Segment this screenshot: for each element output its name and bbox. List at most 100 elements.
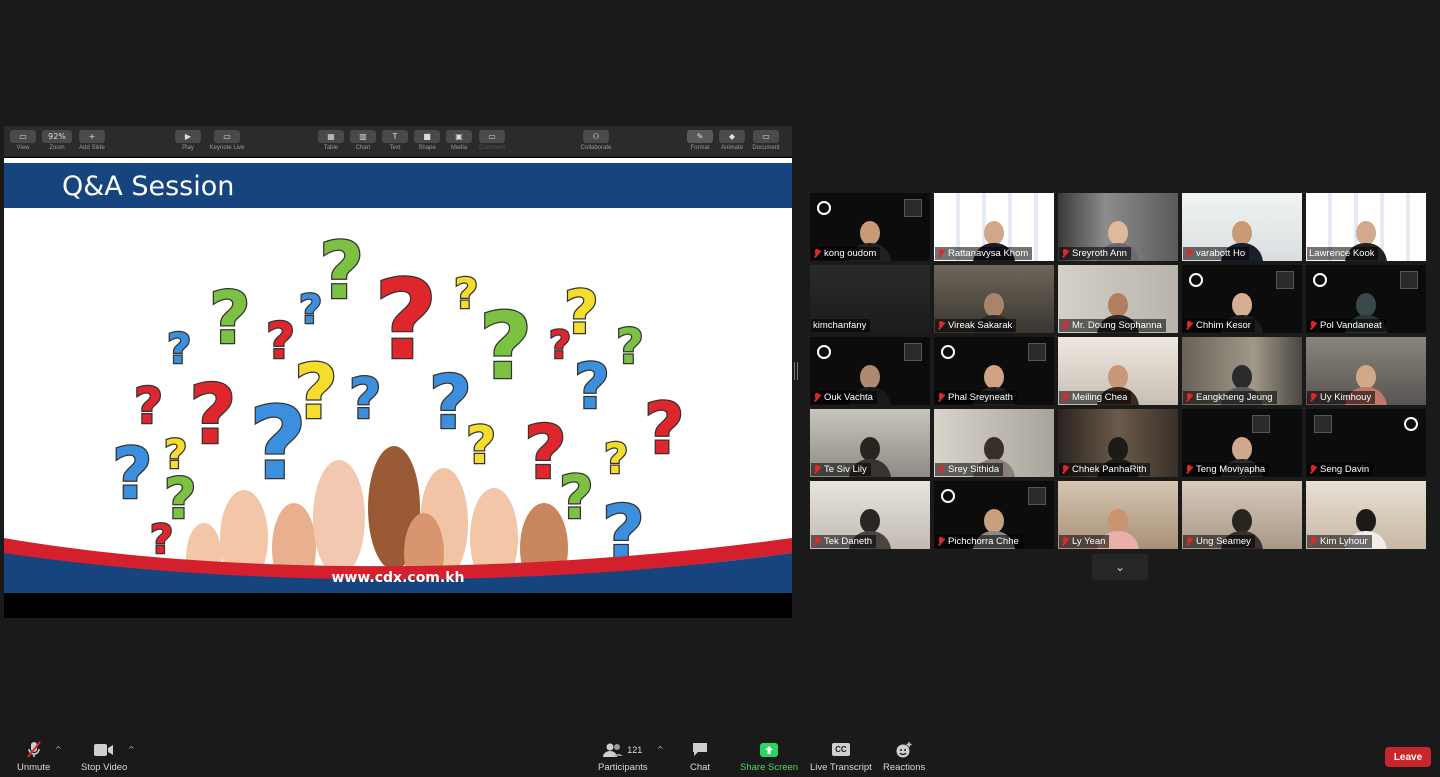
participant-tile[interactable]: Teng Moviyapha — [1182, 409, 1302, 477]
share-screen-icon — [760, 741, 779, 758]
comment-button[interactable]: ▭ Comment — [470, 130, 514, 151]
muted-mic-icon — [937, 249, 945, 258]
participant-tile[interactable]: Mr. Doung Sophanna — [1058, 265, 1178, 333]
participants-options-chevron-icon[interactable]: ^ — [657, 745, 664, 754]
svg-text:?: ? — [604, 434, 628, 483]
collaborate-icon: ⚇ — [583, 130, 609, 143]
participants-icon — [603, 743, 624, 757]
meeting-controls-bar: Unmute ^ Stop Video ^ 121 Participants ^… — [0, 735, 1440, 777]
comment-icon: ▭ — [479, 130, 505, 143]
participant-tile[interactable]: Tek Daneth — [810, 481, 930, 549]
participant-tile[interactable]: kong oudom — [810, 193, 930, 261]
muted-mic-icon — [1185, 249, 1193, 258]
shared-screen[interactable]: ▭ View 92% Zoom + Add Slide ▶ Play ▭ Keynote … — [4, 126, 792, 618]
chevron-down-icon: ⌄ — [1114, 560, 1126, 574]
participant-tile[interactable]: Phal Sreyneath — [934, 337, 1054, 405]
cdx-logo-icon — [941, 345, 955, 359]
svg-text:?: ? — [479, 293, 532, 400]
svg-text:?: ? — [150, 517, 173, 563]
participant-tile[interactable]: Seng Davin — [1306, 409, 1426, 477]
participant-tile[interactable]: Uy Kimhouy — [1306, 337, 1426, 405]
svg-text:?: ? — [454, 269, 478, 318]
muted-mic-icon — [1185, 537, 1193, 546]
muted-mic-icon — [1061, 537, 1069, 546]
participant-tile[interactable]: varabott Ho — [1182, 193, 1302, 261]
participants-button[interactable]: 121 Participants — [598, 741, 648, 773]
muted-mic-icon — [937, 393, 945, 402]
participant-tile[interactable]: Kim Lyhour — [1306, 481, 1426, 549]
keynote-live-button[interactable]: ▭ Keynote Live — [205, 130, 249, 151]
muted-mic-icon — [1061, 249, 1069, 258]
muted-mic-icon — [1309, 321, 1317, 330]
chat-bubble-icon — [692, 741, 708, 758]
muted-mic-icon — [1309, 537, 1317, 546]
reactions-button[interactable]: Reactions — [883, 741, 925, 773]
participant-tile[interactable]: Meiling Chea — [1058, 337, 1178, 405]
share-screen-button[interactable]: Share Screen — [740, 741, 798, 773]
audio-options-chevron-icon[interactable]: ^ — [55, 745, 62, 754]
animate-icon: ◆ — [719, 130, 745, 143]
participant-tile[interactable]: Pichchorra Chhe — [934, 481, 1054, 549]
participant-gallery: kong oudom Rattanavysa Khom Sreyroth Ann… — [810, 193, 1430, 553]
svg-text:?: ? — [559, 463, 594, 533]
svg-text:?: ? — [167, 324, 191, 373]
muted-mic-icon — [937, 537, 945, 546]
cdx-logo-icon — [1189, 273, 1203, 287]
media-icon: ▣ — [446, 130, 472, 143]
slide-title-bar: Q&A Session — [4, 163, 792, 208]
add-slide-button[interactable]: + Add Slide — [70, 130, 114, 151]
stop-video-button[interactable]: Stop Video — [81, 741, 127, 773]
muted-mic-icon — [813, 465, 821, 474]
live-transcript-button[interactable]: CC Live Transcript — [810, 741, 872, 773]
participant-tile[interactable]: kimchanfany — [810, 265, 930, 333]
muted-mic-icon — [813, 537, 821, 546]
slide-url: www.cdx.com.kh — [331, 570, 465, 586]
leave-meeting-button[interactable]: Leave — [1385, 747, 1431, 767]
plus-icon: + — [79, 130, 105, 143]
cdx-logo-icon — [941, 489, 955, 503]
active-speaker-tile[interactable]: Lawrence Kook — [1306, 193, 1426, 261]
muted-mic-icon — [813, 393, 821, 402]
participant-tile[interactable]: Ly Yean — [1058, 481, 1178, 549]
participant-tile[interactable]: Eangkheng Jeung — [1182, 337, 1302, 405]
svg-text:?: ? — [299, 287, 322, 333]
split-view-handle[interactable] — [794, 362, 798, 380]
muted-mic-icon — [1309, 393, 1317, 402]
svg-text:?: ? — [189, 368, 237, 463]
document-icon: ▭ — [753, 130, 779, 143]
participant-tile[interactable]: Sreyroth Ann — [1058, 193, 1178, 261]
participant-tile[interactable]: Srey Sithida — [934, 409, 1054, 477]
muted-mic-icon — [1185, 465, 1193, 474]
play-button[interactable]: ▶ Play — [166, 130, 210, 151]
gallery-next-page-button[interactable]: ⌄ — [1092, 554, 1148, 580]
closed-caption-icon: CC — [832, 741, 850, 758]
svg-text:?: ? — [112, 433, 153, 515]
question-marks-hands-illustration: ? ? ? ? ? ? ? ? ? ? ? ? ? ? ? ? ? ? ? ? … — [4, 226, 792, 593]
cdx-logo-icon — [1404, 417, 1418, 431]
participant-tile[interactable]: Chhek PanhaRith — [1058, 409, 1178, 477]
participant-tile[interactable]: Ouk Vachta — [810, 337, 930, 405]
svg-text:?: ? — [644, 388, 685, 470]
muted-mic-icon — [1061, 321, 1069, 330]
presentation-slide: Q&A Session ? ? ? ? ? ? ? ? ? ? ? ? ? ? … — [4, 158, 792, 593]
svg-text:?: ? — [134, 377, 163, 435]
zoom-value: 92% — [42, 130, 72, 143]
svg-text:?: ? — [549, 323, 571, 367]
slide-title: Q&A Session — [62, 171, 235, 202]
muted-mic-icon — [1185, 393, 1193, 402]
document-button[interactable]: ▭ Document — [744, 130, 788, 151]
video-options-chevron-icon[interactable]: ^ — [128, 745, 135, 754]
participant-tile[interactable]: Rattanavysa Khom — [934, 193, 1054, 261]
chat-button[interactable]: Chat — [690, 741, 710, 773]
svg-text:?: ? — [616, 319, 644, 375]
participant-tile[interactable]: Chhim Kesor — [1182, 265, 1302, 333]
participant-tile[interactable]: Te Siv Lily — [810, 409, 930, 477]
video-camera-icon — [94, 741, 114, 758]
participant-tile[interactable]: Ung Seamey — [1182, 481, 1302, 549]
participant-tile[interactable]: Pol Vandaneat — [1306, 265, 1426, 333]
participant-tile[interactable]: Vireak Sakarak — [934, 265, 1054, 333]
collaborate-button[interactable]: ⚇ Collaborate — [574, 130, 618, 151]
participants-count: 121 — [627, 744, 643, 755]
unmute-button[interactable]: Unmute — [17, 741, 50, 773]
muted-mic-icon — [937, 321, 945, 330]
